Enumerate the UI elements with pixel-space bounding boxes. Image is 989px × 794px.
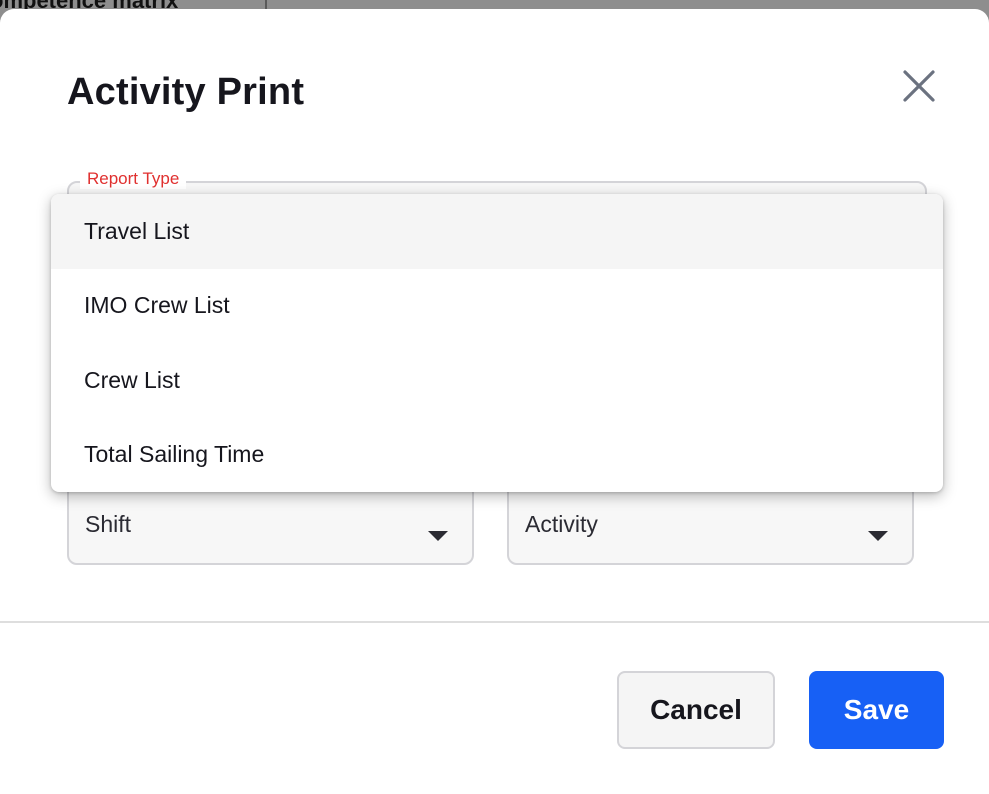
dropdown-option-travel-list[interactable]: Travel List bbox=[51, 194, 943, 269]
shift-select-value: Shift bbox=[85, 511, 132, 537]
dropdown-option-crew-list[interactable]: Crew List bbox=[51, 343, 943, 418]
save-button[interactable]: Save bbox=[809, 671, 944, 749]
activity-select-value: Activity bbox=[525, 511, 598, 537]
caret-down-icon bbox=[428, 531, 448, 541]
activity-select[interactable]: Activity bbox=[507, 483, 914, 565]
modal-title: Activity Print bbox=[67, 71, 305, 113]
close-icon bbox=[903, 70, 935, 102]
dropdown-option-total-sailing-time[interactable]: Total Sailing Time bbox=[51, 418, 943, 493]
shift-select[interactable]: Shift bbox=[67, 483, 474, 565]
cancel-button[interactable]: Cancel bbox=[617, 671, 775, 749]
report-type-dropdown-menu: Travel List IMO Crew List Crew List Tota… bbox=[51, 194, 943, 492]
caret-down-icon bbox=[868, 531, 888, 541]
footer-divider bbox=[0, 621, 989, 623]
dropdown-option-imo-crew-list[interactable]: IMO Crew List bbox=[51, 269, 943, 344]
report-type-label: Report Type bbox=[80, 169, 187, 189]
close-button[interactable] bbox=[898, 65, 940, 107]
